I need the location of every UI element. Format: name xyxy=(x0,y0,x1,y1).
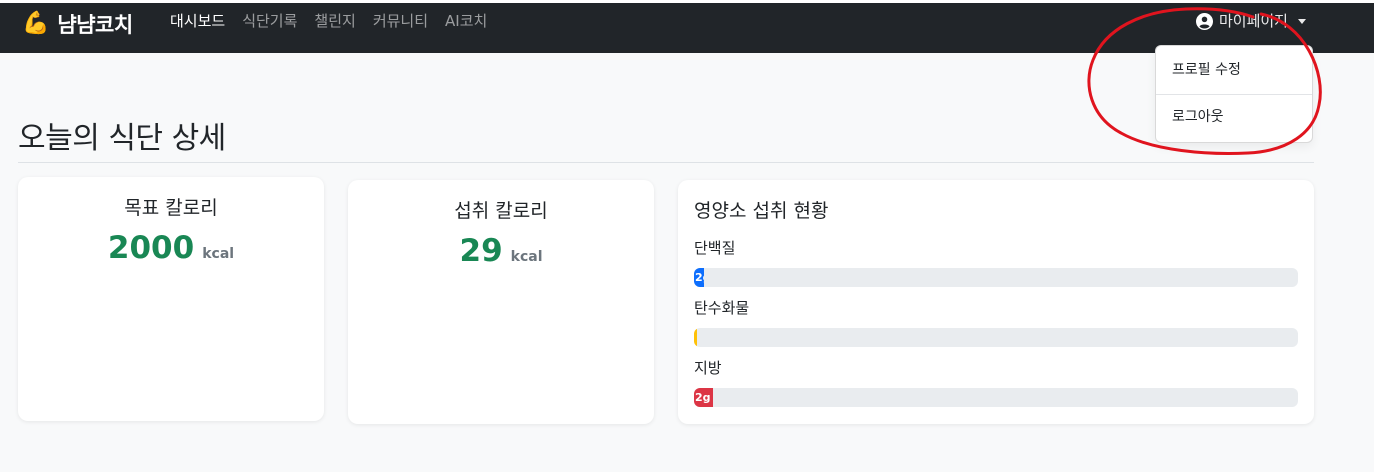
fat-label: 지방 xyxy=(694,359,722,377)
carbohydrate-progress xyxy=(694,328,1298,347)
flexed-bicep-icon: 💪 xyxy=(22,11,50,36)
nav-link-ai-coach[interactable]: AI코치 xyxy=(445,12,487,30)
nav-link-meal-log[interactable]: 식단기록 xyxy=(242,12,297,30)
target-calorie-value-row: 2000 kcal xyxy=(18,230,324,266)
brand-name: 냠냠코치 xyxy=(57,13,133,37)
target-calorie-value: 2000 xyxy=(107,230,195,266)
intake-calorie-card: 섭취 칼로리 29 kcal xyxy=(348,180,654,424)
protein-progress-bar: 2g xyxy=(694,268,704,287)
nutrient-card-title: 영양소 섭취 현황 xyxy=(694,200,829,222)
fat-progress: 2g / xyxy=(694,388,1298,407)
target-calorie-unit: kcal xyxy=(202,246,235,262)
edit-profile-menu-item[interactable]: 프로필 수정 xyxy=(1156,60,1312,80)
dropdown-divider xyxy=(1156,94,1312,95)
nav-link-challenge[interactable]: 챌린지 xyxy=(314,12,355,30)
fat-progress-bar: 2g / xyxy=(694,388,713,407)
logout-menu-item[interactable]: 로그아웃 xyxy=(1156,107,1312,127)
caret-down-icon xyxy=(1298,18,1306,24)
main-nav: 대시보드 식단기록 챌린지 커뮤니티 AI코치 xyxy=(170,12,504,30)
intake-calorie-value-row: 29 kcal xyxy=(348,233,654,269)
mypage-label: 마이페이지 xyxy=(1218,12,1288,30)
mypage-dropdown-menu: 프로필 수정 로그아웃 xyxy=(1155,45,1313,143)
user-circle-icon xyxy=(1195,12,1213,30)
intake-calorie-value: 29 xyxy=(459,233,503,269)
protein-progress: 2g xyxy=(694,268,1298,287)
protein-label: 단백질 xyxy=(694,239,736,257)
title-divider xyxy=(18,162,1314,163)
intake-calorie-title: 섭취 칼로리 xyxy=(454,200,548,222)
nutrient-intake-card: 영양소 섭취 현황 단백질 2g 탄수화물 지방 2g / xyxy=(678,180,1314,424)
page-title: 오늘의 식단 상세 xyxy=(18,121,226,156)
target-calorie-title: 목표 칼로리 xyxy=(124,197,218,219)
intake-calorie-unit: kcal xyxy=(510,249,543,265)
mypage-dropdown-toggle[interactable]: 마이페이지 xyxy=(1195,11,1306,31)
carbohydrate-progress-bar xyxy=(694,328,697,347)
nav-link-community[interactable]: 커뮤니티 xyxy=(373,12,428,30)
nav-link-dashboard[interactable]: 대시보드 xyxy=(170,12,225,30)
brand-logo[interactable]: 💪 냠냠코치 xyxy=(22,9,133,39)
target-calorie-card: 목표 칼로리 2000 kcal xyxy=(18,177,324,421)
carbohydrate-label: 탄수화물 xyxy=(694,299,750,317)
